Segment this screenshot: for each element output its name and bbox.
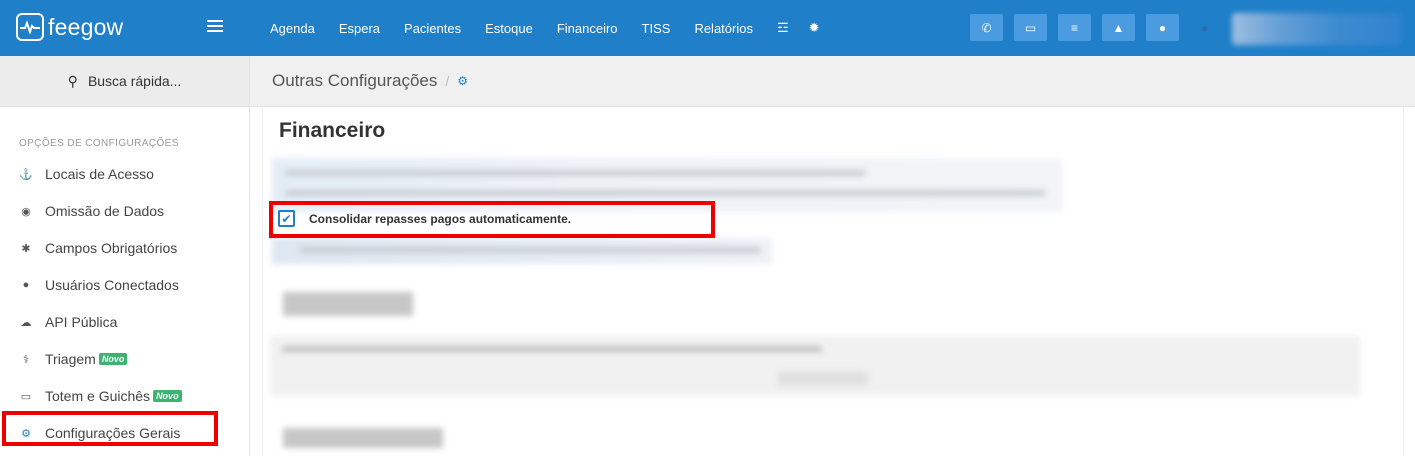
- section-title: Financeiro: [279, 119, 386, 142]
- quick-search-label: Busca rápida...: [87, 73, 182, 89]
- sidebar-section-title: OPÇÕES DE CONFIGURAÇÕES: [19, 138, 179, 149]
- blurred-text-line: [285, 170, 865, 176]
- sidebar-item-campos-obrigatorios[interactable]: ✱ Campos Obrigatórios: [19, 238, 177, 258]
- stethoscope-icon: ⚕: [23, 353, 29, 366]
- sidebar-item-label: API Pública: [45, 314, 118, 330]
- nav-espera[interactable]: Espera: [339, 21, 380, 36]
- new-badge: Novo: [98, 353, 128, 365]
- breadcrumb-separator: /: [445, 73, 450, 89]
- sidebar-item-triagem[interactable]: ⚕ Triagem Novo: [19, 349, 128, 369]
- user-profile-menu[interactable]: [1232, 13, 1402, 45]
- sidebar-item-label: Triagem: [45, 351, 96, 367]
- highlight-box-sidebar: [2, 411, 218, 446]
- logo-area: feegow: [0, 0, 250, 56]
- chat-icon[interactable]: ●: [1146, 14, 1179, 41]
- blurred-text-line: [285, 190, 1045, 196]
- cloud-icon: ☁: [20, 316, 32, 329]
- nav-tiss[interactable]: TISS: [642, 21, 671, 36]
- new-badge: Novo: [153, 390, 182, 402]
- blurred-select: [778, 372, 868, 386]
- highlight-box-checkbox: [269, 201, 715, 238]
- top-navigation-bar: feegow Agenda Espera Pacientes Estoque F…: [0, 0, 1415, 56]
- status-dot: [1202, 26, 1207, 31]
- nav-pacientes[interactable]: Pacientes: [404, 21, 461, 36]
- sidebar-item-label: Locais de Acesso: [45, 166, 154, 182]
- nav-relatorios[interactable]: Relatórios: [694, 21, 753, 36]
- pulse-icon: [16, 13, 44, 41]
- laptop-icon: ▭: [20, 390, 32, 403]
- sidebar-item-label: Usuários Conectados: [45, 277, 179, 293]
- page-title: Outras Configurações: [272, 71, 438, 90]
- gear-icon[interactable]: ✹: [809, 20, 820, 36]
- phone-icon[interactable]: ✆: [970, 14, 1003, 41]
- sidebar-item-totem-e-guiches[interactable]: ▭ Totem e Guichês Novo: [19, 386, 182, 406]
- database-icon[interactable]: ☲: [777, 20, 789, 36]
- nav-financeiro[interactable]: Financeiro: [557, 21, 618, 36]
- sidebar-item-label: Omissão de Dados: [45, 203, 165, 219]
- inbox-icon[interactable]: ▭: [1014, 14, 1047, 41]
- location-icon: ⚓: [19, 168, 33, 181]
- breadcrumb: Outras Configurações / ⚙: [250, 56, 1415, 107]
- nav-agenda[interactable]: Agenda: [270, 21, 315, 36]
- sidebar-item-locais-de-acesso[interactable]: ⚓ Locais de Acesso: [19, 164, 154, 184]
- sidebar-item-label: Totem e Guichês: [45, 388, 151, 404]
- blurred-panel: [270, 336, 1360, 396]
- search-icon: ⚲: [67, 72, 78, 89]
- blurred-heading: [283, 292, 413, 316]
- blurred-heading: [283, 428, 443, 448]
- sidebar: ⚲ Busca rápida... OPÇÕES DE CONFIGURAÇÕE…: [0, 56, 250, 456]
- sidebar-item-usuarios-conectados[interactable]: ● Usuários Conectados: [19, 275, 179, 295]
- eye-slash-icon: ◉: [21, 205, 31, 218]
- user-icon: ●: [22, 279, 30, 291]
- blurred-text-line: [282, 346, 822, 352]
- bell-icon[interactable]: ▲: [1102, 14, 1135, 41]
- quick-search[interactable]: ⚲ Busca rápida...: [0, 56, 249, 107]
- sidebar-item-label: Campos Obrigatórios: [45, 240, 178, 256]
- gears-icon: ⚙: [457, 74, 469, 88]
- blurred-text-line: [300, 247, 760, 253]
- feegow-logo[interactable]: feegow: [16, 12, 123, 42]
- asterisk-icon: ✱: [21, 242, 31, 255]
- toolbar-buttons: ✆ ▭ ≡ ▲ ●: [970, 14, 1190, 41]
- main-nav: Agenda Espera Pacientes Estoque Financei…: [270, 0, 840, 56]
- nav-estoque[interactable]: Estoque: [485, 21, 533, 36]
- menu-toggle-icon[interactable]: [207, 20, 223, 34]
- logo-text: feegow: [48, 13, 124, 40]
- list-icon[interactable]: ≡: [1058, 14, 1091, 41]
- sidebar-item-omissao-de-dados[interactable]: ◉ Omissão de Dados: [19, 201, 164, 221]
- sidebar-item-api-publica[interactable]: ☁ API Pública: [19, 312, 118, 332]
